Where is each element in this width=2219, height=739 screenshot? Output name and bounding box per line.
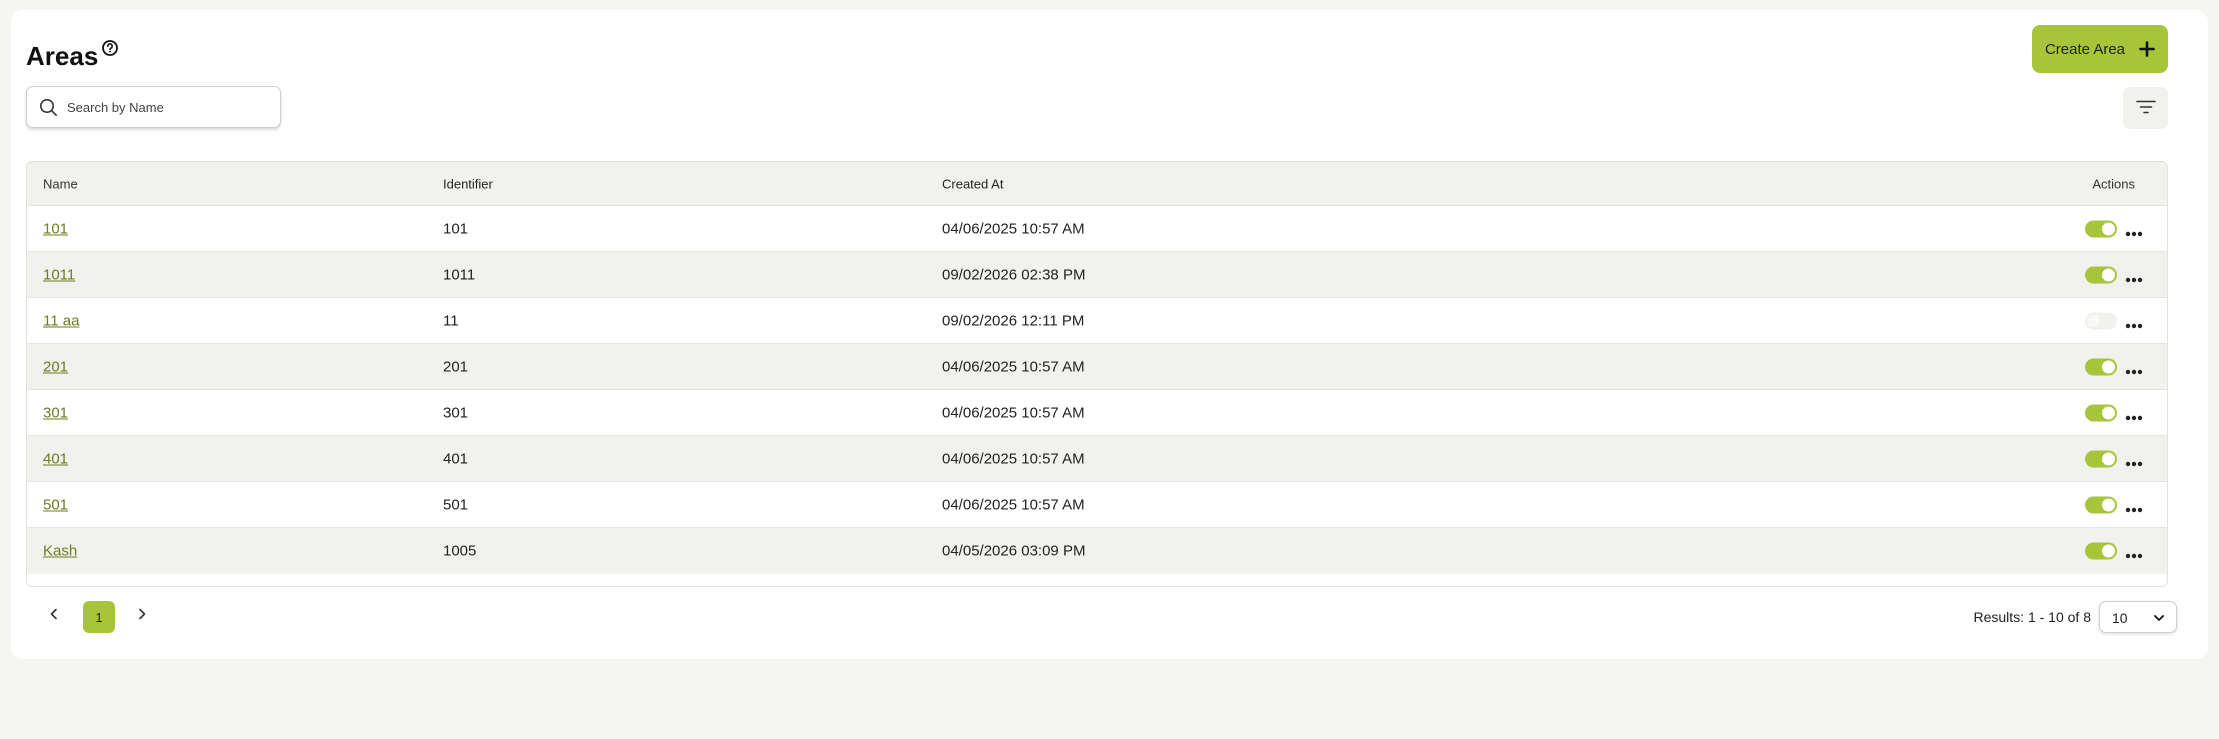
chevron-right-icon[interactable] — [134, 606, 150, 622]
filter-button[interactable] — [2123, 87, 2168, 129]
enabled-toggle[interactable] — [2085, 358, 2117, 375]
area-created-at: 04/06/2025 10:57 AM — [942, 220, 1085, 237]
toggle-knob — [2102, 268, 2115, 281]
table-header-row: Name Identifier Created At Actions — [27, 162, 2167, 206]
toggle-knob — [2102, 544, 2115, 558]
area-identifier: 11 — [443, 312, 459, 329]
area-created-at: 09/02/2026 02:38 PM — [942, 266, 1086, 283]
toggle-knob — [2102, 222, 2115, 235]
column-header-identifier[interactable]: Identifier — [443, 176, 493, 191]
toggle-knob — [2102, 452, 2115, 465]
area-created-at: 04/06/2025 10:57 AM — [942, 358, 1085, 375]
more-horizontal-icon[interactable] — [2125, 501, 2143, 512]
area-identifier: 201 — [443, 358, 469, 375]
area-name-link[interactable]: 501 — [43, 496, 68, 513]
more-horizontal-icon[interactable] — [2125, 225, 2143, 236]
search-input[interactable] — [67, 95, 272, 119]
area-identifier: 401 — [443, 450, 469, 467]
results-count: Results: 1 - 10 of 8 — [1973, 609, 2091, 625]
area-identifier: 101 — [443, 220, 469, 237]
table-row: 501 501 04/06/2025 10:57 AM — [27, 482, 2167, 528]
area-created-at: 04/06/2025 10:57 AM — [942, 450, 1085, 467]
search-box — [26, 86, 281, 128]
enabled-toggle[interactable] — [2085, 220, 2117, 237]
chevron-left-icon[interactable] — [46, 606, 62, 622]
toggle-knob — [2102, 360, 2115, 373]
more-horizontal-icon[interactable] — [2125, 455, 2143, 466]
table-row: 1011 1011 09/02/2026 02:38 PM — [27, 252, 2167, 298]
page-title: Areas — [26, 41, 99, 71]
enabled-toggle[interactable] — [2085, 266, 2117, 283]
area-name-link[interactable]: 201 — [43, 358, 68, 375]
table-row: Kash 1005 04/05/2026 03:09 PM — [27, 528, 2167, 574]
area-identifier: 301 — [443, 404, 469, 421]
per-page-select[interactable]: 10 — [2099, 601, 2177, 633]
more-horizontal-icon[interactable] — [2125, 317, 2143, 328]
page-number-button[interactable]: 1 — [83, 601, 115, 633]
plus-icon — [2139, 41, 2155, 57]
table-row: 201 201 04/06/2025 10:57 AM — [27, 344, 2167, 390]
area-name-link[interactable]: 301 — [43, 404, 68, 421]
enabled-toggle[interactable] — [2085, 312, 2117, 329]
search-icon — [39, 98, 58, 117]
area-name-link[interactable]: 101 — [43, 220, 68, 237]
area-name-link[interactable]: 401 — [43, 450, 68, 467]
area-identifier: 1005 — [443, 542, 477, 560]
per-page-value: 10 — [2112, 610, 2128, 626]
table-row: 11 aa 11 09/02/2026 12:11 PM — [27, 298, 2167, 344]
area-created-at: 04/05/2026 03:09 PM — [942, 542, 1086, 560]
table-row: 101 101 04/06/2025 10:57 AM — [27, 206, 2167, 252]
enabled-toggle[interactable] — [2085, 542, 2117, 560]
more-horizontal-icon[interactable] — [2125, 271, 2143, 282]
filter-icon — [2135, 100, 2156, 117]
enabled-toggle[interactable] — [2085, 404, 2117, 421]
help-circle-icon[interactable] — [101, 39, 119, 57]
area-name-link[interactable]: 1011 — [43, 266, 75, 283]
area-created-at: 04/06/2025 10:57 AM — [942, 404, 1085, 421]
areas-table: Name Identifier Created At Actions 101 1… — [26, 161, 2168, 587]
more-horizontal-icon[interactable] — [2125, 363, 2143, 374]
area-name-link[interactable]: Kash — [43, 543, 77, 560]
column-header-created-at[interactable]: Created At — [942, 176, 1003, 191]
create-area-label: Create Area — [2044, 40, 2126, 58]
chevron-down-icon — [2152, 611, 2166, 625]
toggle-knob — [2102, 406, 2115, 419]
area-name-link[interactable]: 11 aa — [43, 312, 79, 329]
table-row: 301 301 04/06/2025 10:57 AM — [27, 390, 2167, 436]
column-header-name[interactable]: Name — [43, 176, 78, 191]
enabled-toggle[interactable] — [2085, 496, 2117, 513]
area-identifier: 1011 — [443, 266, 476, 283]
area-created-at: 04/06/2025 10:57 AM — [942, 496, 1085, 513]
area-created-at: 09/02/2026 12:11 PM — [942, 312, 1085, 329]
more-horizontal-icon[interactable] — [2125, 547, 2143, 559]
table-row: 401 401 04/06/2025 10:57 AM — [27, 436, 2167, 482]
toggle-knob — [2087, 314, 2100, 327]
create-area-button[interactable]: Create Area — [2032, 25, 2168, 73]
toggle-knob — [2102, 498, 2115, 511]
area-identifier: 501 — [443, 496, 469, 513]
column-header-actions: Actions — [2092, 176, 2135, 191]
enabled-toggle[interactable] — [2085, 450, 2117, 467]
more-horizontal-icon[interactable] — [2125, 409, 2143, 420]
